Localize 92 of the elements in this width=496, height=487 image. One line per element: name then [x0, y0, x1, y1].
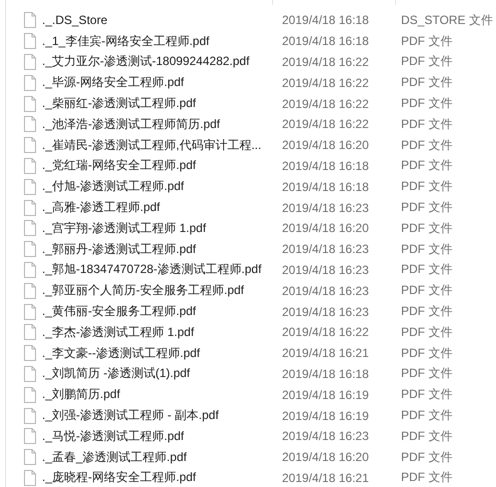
file-icon: [24, 408, 36, 424]
file-name[interactable]: ._崔靖民-渗透测试工程师,代码审计工程...: [42, 136, 282, 154]
file-type: PDF 文件: [401, 32, 452, 50]
modified-date: 2019/4/18 16:21: [282, 470, 370, 485]
file-type: PDF 文件: [401, 199, 452, 216]
file-icon: [24, 428, 36, 444]
file-icon: [24, 304, 36, 320]
modified-date: 2019/4/18 16:23: [282, 200, 370, 215]
modified-date: 2019/4/18 16:20: [282, 450, 370, 464]
file-name[interactable]: ._马悦-渗透测试工程师.pdf: [42, 428, 282, 445]
modified-date: 2019/4/18 16:22: [282, 76, 370, 90]
file-type: PDF 文件: [401, 116, 452, 133]
file-name[interactable]: ._郭亚丽个人简历-安全服务工程师.pdf: [42, 282, 282, 300]
file-type: PDF 文件: [401, 282, 452, 300]
file-name[interactable]: ._毕源-网络安全工程师.pdf: [42, 74, 282, 92]
file-icon: [24, 345, 36, 362]
file-type: PDF 文件: [401, 344, 452, 362]
modified-date: 2019/4/18 16:22: [282, 54, 370, 69]
file-name[interactable]: ._高雅-渗透工程师.pdf: [42, 199, 282, 216]
file-name[interactable]: ._庞晓程-网络安全工程师.pdf: [42, 469, 282, 486]
file-icon: [24, 200, 36, 216]
file-name[interactable]: ._柴丽红-渗透测试工程师.pdf: [42, 95, 282, 112]
file-type: PDF 文件: [401, 469, 452, 486]
file-type: PDF 文件: [401, 303, 452, 320]
file-name[interactable]: ._池泽浩-渗透测试工程师简历.pdf: [42, 116, 282, 133]
file-name[interactable]: ._艾力亚尔-渗透测试-18099244282.pdf: [42, 53, 282, 70]
file-name[interactable]: ._刘强-渗透测试工程师 - 副本.pdf: [42, 407, 282, 424]
modified-date: 2019/4/18 16:23: [282, 304, 370, 319]
file-name[interactable]: ._李杰-渗透测试工程师 1.pdf: [42, 324, 282, 341]
file-name[interactable]: ._宫宇翔-渗透测试工程师 1.pdf: [42, 220, 282, 237]
file-name[interactable]: ._.DS_Store: [42, 13, 282, 28]
file-icon: [24, 262, 36, 278]
file-icon: [24, 386, 36, 403]
file-type: PDF 文件: [401, 386, 452, 404]
file-icon: [24, 96, 36, 112]
file-name[interactable]: ._郭丽丹-渗透测试工程师.pdf: [42, 240, 282, 258]
file-type: PDF 文件: [401, 407, 452, 424]
modified-date: 2019/4/18 16:22: [282, 117, 370, 132]
file-type: PDF 文件: [401, 240, 452, 258]
file-icon: [24, 449, 36, 466]
modified-date: 2019/4/18 16:22: [282, 325, 370, 340]
modified-date: 2019/4/18 16:19: [282, 408, 370, 423]
file-type: PDF 文件: [401, 74, 452, 92]
file-name[interactable]: ._刘鹏简历.pdf: [42, 386, 282, 404]
file-type: PDF 文件: [401, 178, 452, 196]
file-icon: [24, 74, 36, 91]
modified-date: 2019/4/18 16:18: [282, 34, 370, 48]
file-name[interactable]: ._刘凯简历 -渗透测试(1).pdf: [42, 365, 282, 382]
file-icon: [24, 54, 36, 70]
file-type: PDF 文件: [401, 95, 452, 112]
file-name[interactable]: ._郭旭-18347470728-渗透测试工程师.pdf: [42, 261, 282, 278]
file-icon: [24, 33, 36, 50]
file-type: PDF 文件: [401, 157, 452, 174]
file-type: PDF 文件: [401, 53, 452, 70]
file-icon: [24, 470, 36, 486]
modified-date: 2019/4/18 16:23: [282, 284, 370, 298]
file-name[interactable]: ._孟春_渗透测试工程师.pdf: [42, 448, 282, 466]
modified-date: 2019/4/18 16:19: [282, 388, 370, 402]
file-type: DS_STORE 文件: [401, 12, 493, 29]
modified-date: 2019/4/18 16:18: [282, 180, 370, 194]
file-type: PDF 文件: [401, 220, 452, 237]
modified-date: 2019/4/18 16:23: [282, 242, 370, 256]
file-icon: [24, 241, 36, 258]
modified-date: 2019/4/18 16:20: [282, 138, 370, 152]
file-type: PDF 文件: [401, 261, 452, 278]
modified-date: 2019/4/18 16:18: [282, 366, 370, 381]
modified-date: 2019/4/18 16:23: [282, 429, 370, 444]
modified-date: 2019/4/18 16:23: [282, 262, 370, 277]
file-icon: [24, 220, 36, 236]
file-icon: [24, 137, 36, 154]
modified-date: 2019/4/18 16:20: [282, 221, 370, 236]
file-type: PDF 文件: [401, 136, 452, 154]
file-icon: [24, 324, 36, 340]
file-type: PDF 文件: [401, 324, 452, 341]
file-icon: [24, 178, 36, 195]
file-type: PDF 文件: [401, 428, 452, 445]
modified-date: 2019/4/18 16:18: [282, 13, 370, 28]
modified-date: 2019/4/18 16:22: [282, 96, 370, 111]
file-name[interactable]: ._李文豪--渗透测试工程师.pdf: [42, 344, 282, 362]
file-name[interactable]: ._黄伟丽-安全服务工程师.pdf: [42, 303, 282, 320]
file-name[interactable]: ._1_李佳宾-网络安全工程师.pdf: [42, 32, 282, 50]
modified-date: 2019/4/18 16:21: [282, 346, 370, 360]
file-type: PDF 文件: [401, 365, 452, 382]
file-icon: [24, 12, 36, 28]
modified-date: 2019/4/18 16:18: [282, 158, 370, 173]
file-icon: [24, 158, 36, 174]
file-icon: [24, 366, 36, 382]
file-name[interactable]: ._付旭-渗透测试工程师.pdf: [42, 178, 282, 196]
file-icon: [24, 116, 36, 132]
file-type: PDF 文件: [401, 448, 452, 466]
file-name[interactable]: ._党红瑞-网络安全工程师.pdf: [42, 157, 282, 174]
file-icon: [24, 282, 36, 299]
